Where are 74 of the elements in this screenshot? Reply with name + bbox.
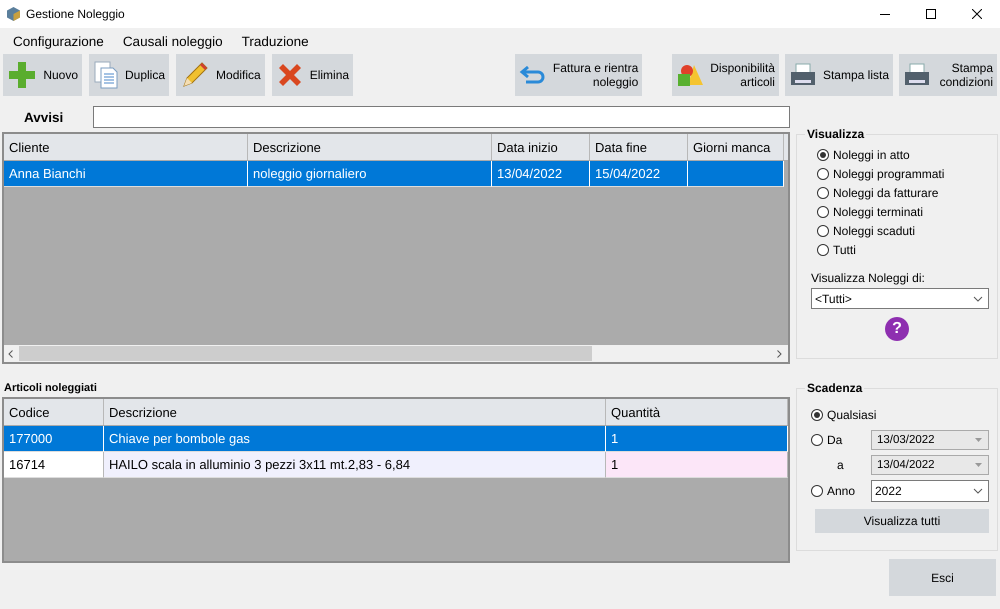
column-header[interactable]: Descrizione	[248, 134, 492, 160]
toolbar-button[interactable]: Modifica	[176, 54, 265, 96]
column-header[interactable]: Giorni manca	[688, 134, 784, 160]
printer-icon	[788, 62, 817, 88]
exit-button[interactable]: Esci	[889, 559, 996, 596]
column-header[interactable]: Quantità	[606, 399, 788, 425]
radio-label[interactable]: Noleggi terminati	[833, 204, 924, 218]
table-cell: HAILO scala in alluminio 3 pezzi 3x11 mt.2,83 - 6,84	[104, 452, 606, 478]
field-label: a	[836, 458, 845, 472]
radio-button[interactable]	[817, 224, 829, 236]
table-cell: noleggio giornaliero	[248, 161, 492, 187]
radio-label[interactable]: Qualsiasi	[827, 408, 876, 422]
dropdown[interactable]: 2022	[871, 480, 989, 502]
help-button[interactable]: ?	[885, 317, 909, 341]
table-row[interactable]: Anna Bianchi noleggio giornaliero 13/04/2022 15/04/2022	[4, 161, 788, 187]
show-all-button[interactable]: Visualizza tutti	[815, 509, 989, 533]
group-title: Scadenza	[806, 381, 864, 395]
horizontal-scrollbar[interactable]	[4, 345, 788, 362]
column-header[interactable]: Data fine	[590, 134, 688, 160]
radio-label[interactable]: Noleggi da fatturare	[833, 186, 938, 200]
toolbar-button[interactable]: Fattura e rientra noleggio	[514, 54, 642, 96]
field-label: Avvisi	[23, 110, 64, 124]
toolbar-button[interactable]: Elimina	[272, 54, 354, 96]
radio-button[interactable]	[817, 206, 829, 218]
field-label: Visualizza Noleggi di:	[811, 271, 926, 285]
radio-button[interactable]	[817, 244, 829, 256]
radio-button[interactable]	[817, 186, 829, 198]
close-icon[interactable]	[972, 9, 982, 19]
radio-label[interactable]: Noleggi scaduti	[833, 224, 916, 238]
dropdown-arrow-icon	[975, 438, 982, 442]
table-row[interactable]: 177000 Chiave per bombole gas 1	[4, 426, 788, 452]
column-header[interactable]: Data inizio	[492, 134, 590, 160]
column-header[interactable]: Descrizione	[104, 399, 606, 425]
avvisi-field[interactable]	[93, 106, 790, 128]
table-cell: 1	[606, 426, 788, 452]
document-icon	[93, 60, 119, 90]
column-header[interactable]: Cliente	[4, 134, 248, 160]
table-cell: 15/04/2022	[590, 161, 688, 187]
menu-item[interactable]: Configurazione	[4, 34, 114, 48]
window-title: Gestione Noleggio	[26, 7, 125, 21]
radio-button[interactable]	[811, 485, 823, 497]
radio-button[interactable]	[817, 148, 829, 160]
plus-icon	[7, 60, 37, 90]
toolbar-button[interactable]: Stampa lista	[784, 54, 893, 96]
app-cube-icon	[7, 7, 20, 21]
menu-item[interactable]: Traduzione	[232, 34, 319, 48]
toolbar-button[interactable]: Duplica	[89, 54, 170, 96]
printer-icon	[903, 62, 931, 88]
dropdown[interactable]: <Tutti>	[811, 288, 989, 309]
radio-label[interactable]: Noleggi programmati	[833, 166, 944, 180]
scroll-right-icon[interactable]	[777, 350, 782, 358]
table-row[interactable]: 16714 HAILO scala in alluminio 3 pezzi 3x11 mt.2,83 - 6,84 1	[4, 452, 788, 478]
table-cell: Anna Bianchi	[4, 161, 248, 187]
table-cell: Chiave per bombole gas	[104, 426, 606, 452]
section-title: Articoli noleggiati	[4, 382, 98, 396]
toolbar-button[interactable]: Disponibilità articoli	[672, 54, 779, 96]
table-cell: 16714	[4, 452, 104, 478]
pencil-icon	[180, 60, 210, 90]
table-cell: 13/04/2022	[492, 161, 590, 187]
table-cell: 177000	[4, 426, 104, 452]
menu-item[interactable]: Causali noleggio	[114, 34, 233, 48]
dropdown-arrow-icon	[975, 463, 982, 467]
radio-button[interactable]	[811, 408, 823, 420]
radio-label[interactable]: Anno	[827, 484, 856, 498]
toolbar-button[interactable]: Nuovo	[3, 54, 82, 96]
group-title: Visualizza	[806, 127, 866, 141]
radio-label[interactable]: Noleggi in atto	[833, 148, 910, 162]
table-cell: 1	[606, 452, 788, 478]
column-header[interactable]: Codice	[4, 399, 104, 425]
radio-button[interactable]	[817, 168, 829, 180]
maximize-icon[interactable]	[926, 9, 936, 19]
toolbar-button[interactable]: Stampa condizioni	[899, 54, 997, 96]
scroll-left-icon[interactable]	[8, 350, 13, 358]
radio-label[interactable]: Tutti	[833, 242, 856, 256]
